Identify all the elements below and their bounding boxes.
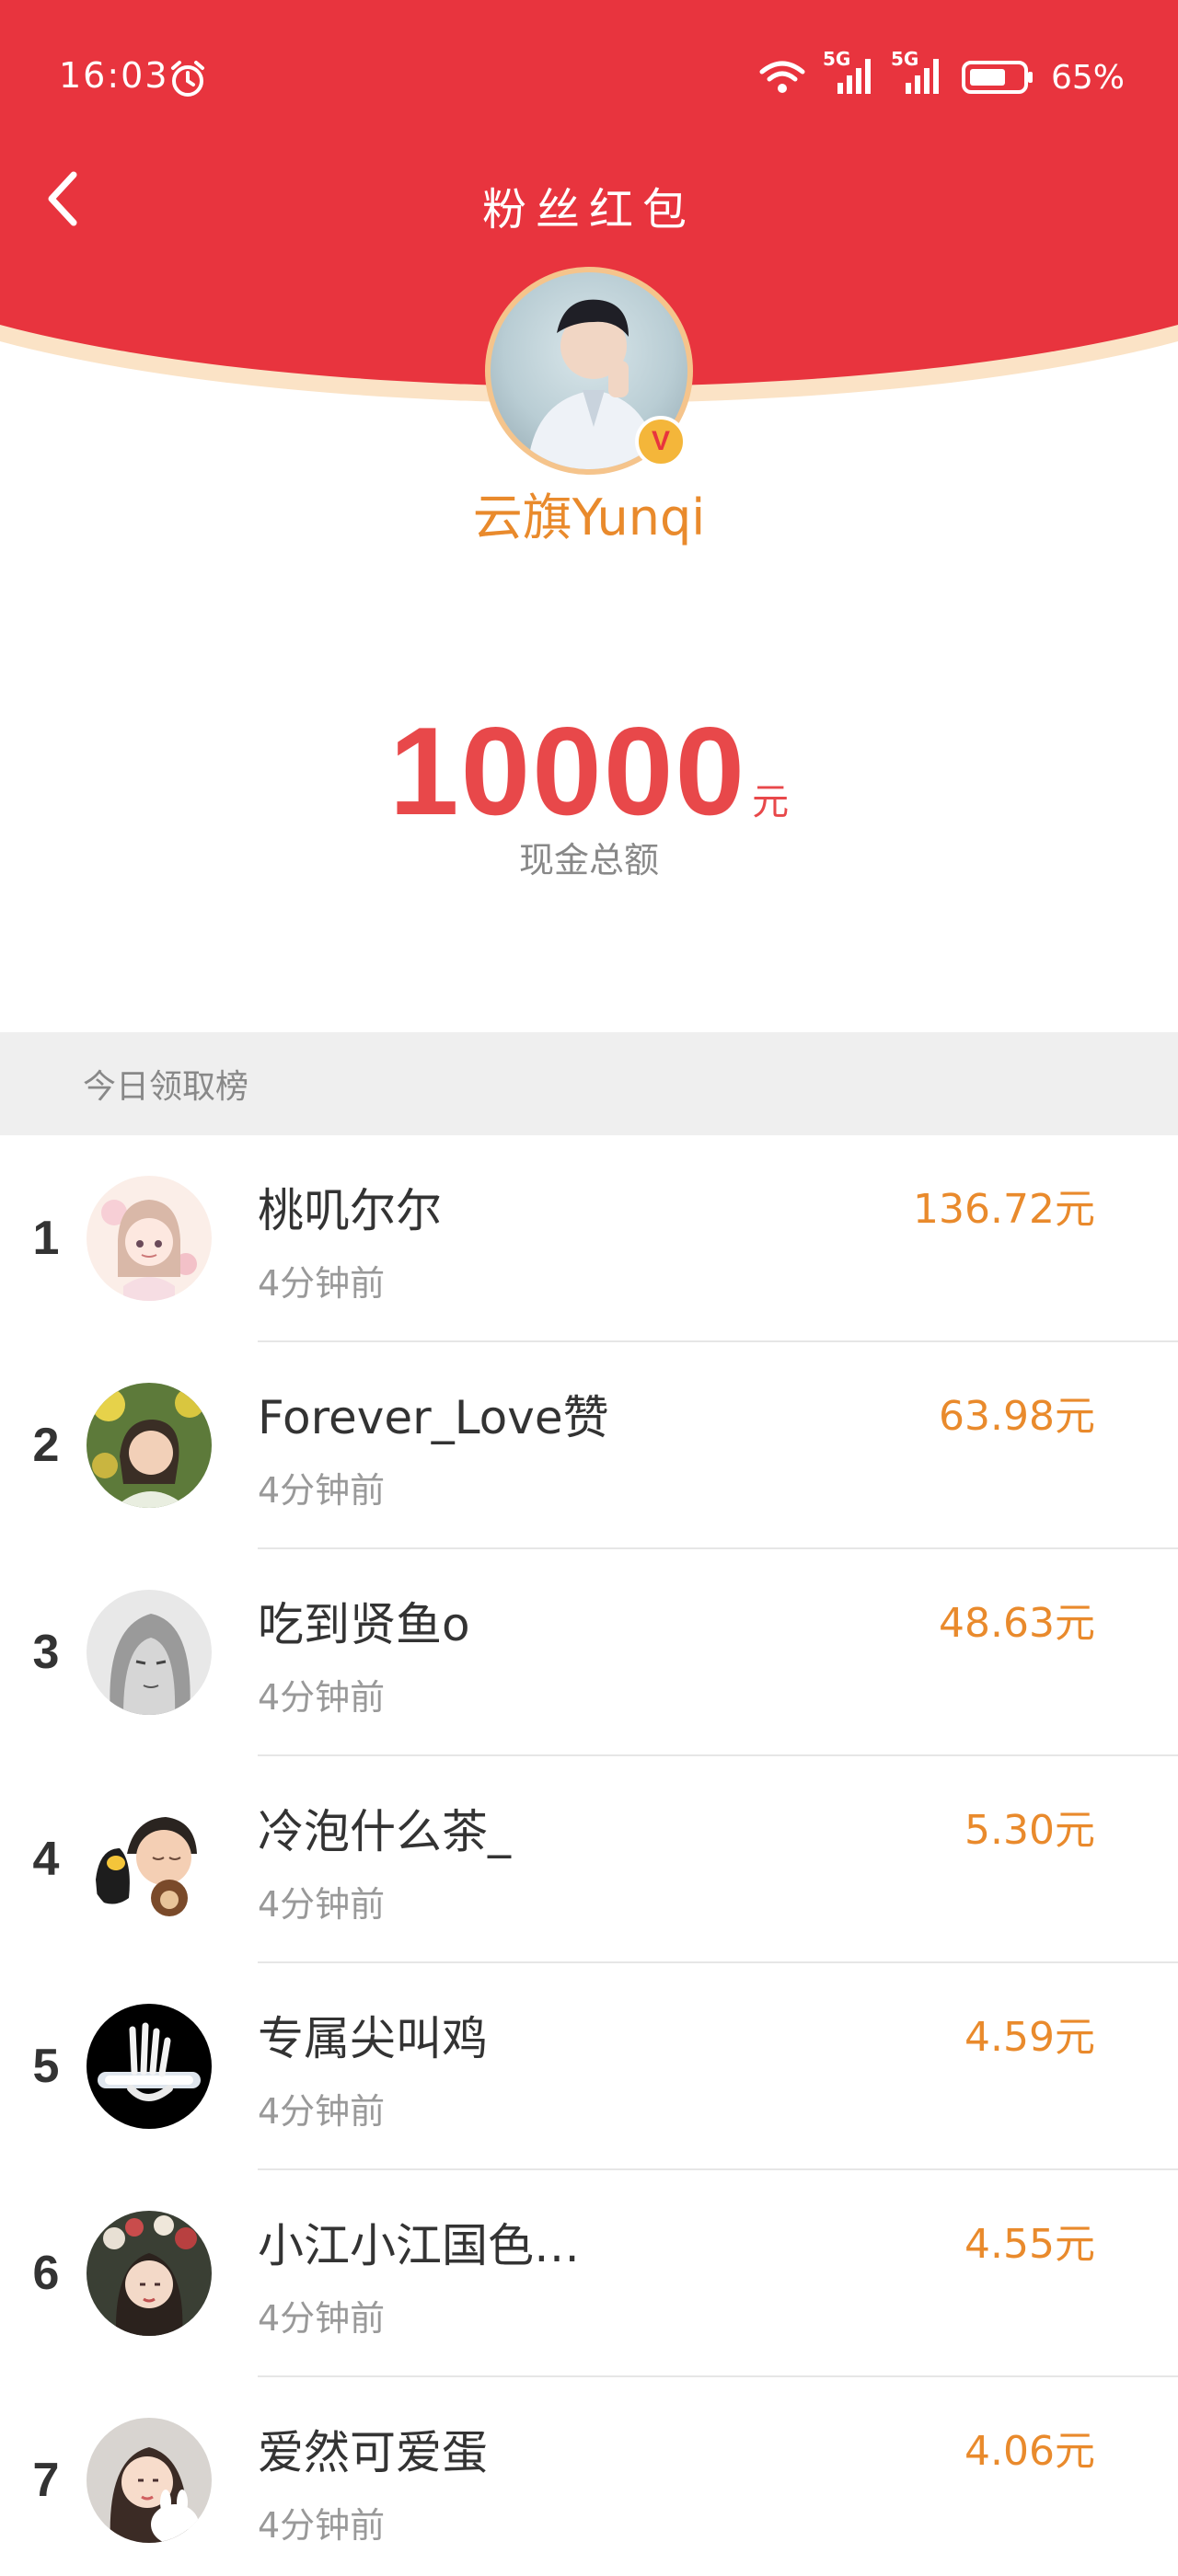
leaderboard-header: 今日领取榜 — [0, 1032, 1178, 1135]
list-item[interactable]: 4 冷泡什么茶_ 4分钟前 5.30元 — [0, 1756, 1178, 1963]
user-avatar[interactable] — [87, 2418, 212, 2543]
rank-number: 4 — [32, 1833, 60, 1886]
user-avatar[interactable] — [87, 2211, 212, 2336]
total-amount: 10000 元 — [0, 699, 1178, 843]
verified-badge: V — [635, 416, 687, 467]
page-title: 粉丝红包 — [481, 184, 696, 236]
sketch-portrait-avatar-icon — [87, 1590, 212, 1715]
anime-girl-avatar-icon — [87, 1176, 212, 1301]
list-item[interactable]: 1 桃叽尔尔 4分钟前 136.72元 — [0, 1135, 1178, 1342]
claim-amount: 5.30元 — [964, 1807, 1095, 1854]
claim-amount: 136.72元 — [913, 1186, 1095, 1233]
claim-time: 4分钟前 — [258, 2298, 386, 2339]
claim-time: 4分钟前 — [258, 1470, 386, 1511]
claim-time: 4分钟前 — [258, 1884, 386, 1925]
user-avatar[interactable] — [87, 1176, 212, 1301]
verified-mark: V — [651, 426, 670, 456]
sleeping-baby-avatar-icon — [87, 1797, 212, 1922]
rank-number: 2 — [32, 1419, 60, 1472]
claim-amount: 4.59元 — [964, 2014, 1095, 2061]
claim-amount: 48.63元 — [939, 1600, 1095, 1647]
amount-unit: 元 — [752, 781, 790, 823]
list-item[interactable]: 6 小江小江国色… 4分钟前 4.55元 — [0, 2170, 1178, 2377]
list-item[interactable]: 2 Forever_Love赞 4分钟前 63.98元 — [0, 1342, 1178, 1549]
status-time: 16:03 — [59, 55, 169, 96]
girl-with-flowers-avatar-icon — [87, 1383, 212, 1508]
user-avatar[interactable] — [87, 2004, 212, 2129]
user-name: 专属尖叫鸡 — [258, 2012, 488, 2065]
network-tag-1: 5G — [822, 48, 851, 70]
battery-percentage: 65% — [1050, 58, 1125, 97]
girl-with-plush-avatar-icon — [87, 2418, 212, 2543]
status-indicators: 5G 5G 65% — [756, 48, 1125, 103]
alarm-clock-icon — [171, 61, 204, 97]
claim-time: 4分钟前 — [258, 2091, 386, 2132]
claim-time: 4分钟前 — [258, 1677, 386, 1718]
claim-time: 4分钟前 — [258, 2505, 386, 2546]
user-avatar[interactable] — [87, 1383, 212, 1508]
list-item[interactable]: 7 爱然可爱蛋 4分钟前 4.06元 — [0, 2377, 1178, 2576]
user-avatar[interactable] — [87, 1590, 212, 1715]
user-name: 吃到贤鱼o — [258, 1598, 470, 1651]
rank-number: 7 — [32, 2454, 60, 2507]
leaderboard-list: 1 桃叽尔尔 4分钟前 136.72元 2 Forever_Love赞 4分钟前… — [0, 1135, 1178, 2576]
wifi-icon — [759, 61, 805, 93]
leaderboard-title: 今日领取榜 — [83, 1068, 249, 1106]
claim-time: 4分钟前 — [258, 1263, 386, 1304]
list-item[interactable]: 5 专属尖叫鸡 4分钟前 4.59元 — [0, 1963, 1178, 2170]
rank-number: 5 — [32, 2040, 60, 2093]
claim-amount: 4.55元 — [964, 2221, 1095, 2268]
rank-number: 3 — [32, 1626, 60, 1679]
claim-amount: 63.98元 — [939, 1393, 1095, 1440]
network-tag-2: 5G — [890, 48, 919, 70]
claim-amount: 4.06元 — [964, 2428, 1095, 2475]
status-bar: 16:03 5G 5G 65% — [0, 0, 1178, 156]
girl-with-floral-crown-avatar-icon — [87, 2211, 212, 2336]
amount-label: 现金总额 — [518, 840, 659, 880]
user-name: 冷泡什么茶_ — [258, 1805, 511, 1858]
rank-number: 1 — [32, 1212, 60, 1265]
battery-icon — [961, 61, 1033, 94]
list-item[interactable]: 3 吃到贤鱼o 4分钟前 48.63元 — [0, 1549, 1178, 1756]
rank-number: 6 — [32, 2247, 60, 2300]
user-name: 小江小江国色… — [258, 2219, 580, 2272]
signal-2: 5G — [891, 48, 944, 99]
hand-holding-light-avatar-icon — [87, 2004, 212, 2129]
host-name[interactable]: 云旗Yunqi — [0, 477, 1178, 549]
user-name: 爱然可爱蛋 — [258, 2426, 488, 2479]
amount-value: 10000 — [388, 701, 747, 841]
red-packet-page: 16:03 5G 5G 65% 粉丝红包 V 云旗Yunqi 10000 元 现… — [0, 0, 1178, 2576]
user-avatar[interactable] — [87, 1797, 212, 1922]
user-name: 桃叽尔尔 — [258, 1184, 442, 1237]
user-name: Forever_Love赞 — [258, 1391, 609, 1444]
signal-1: 5G — [823, 48, 876, 99]
